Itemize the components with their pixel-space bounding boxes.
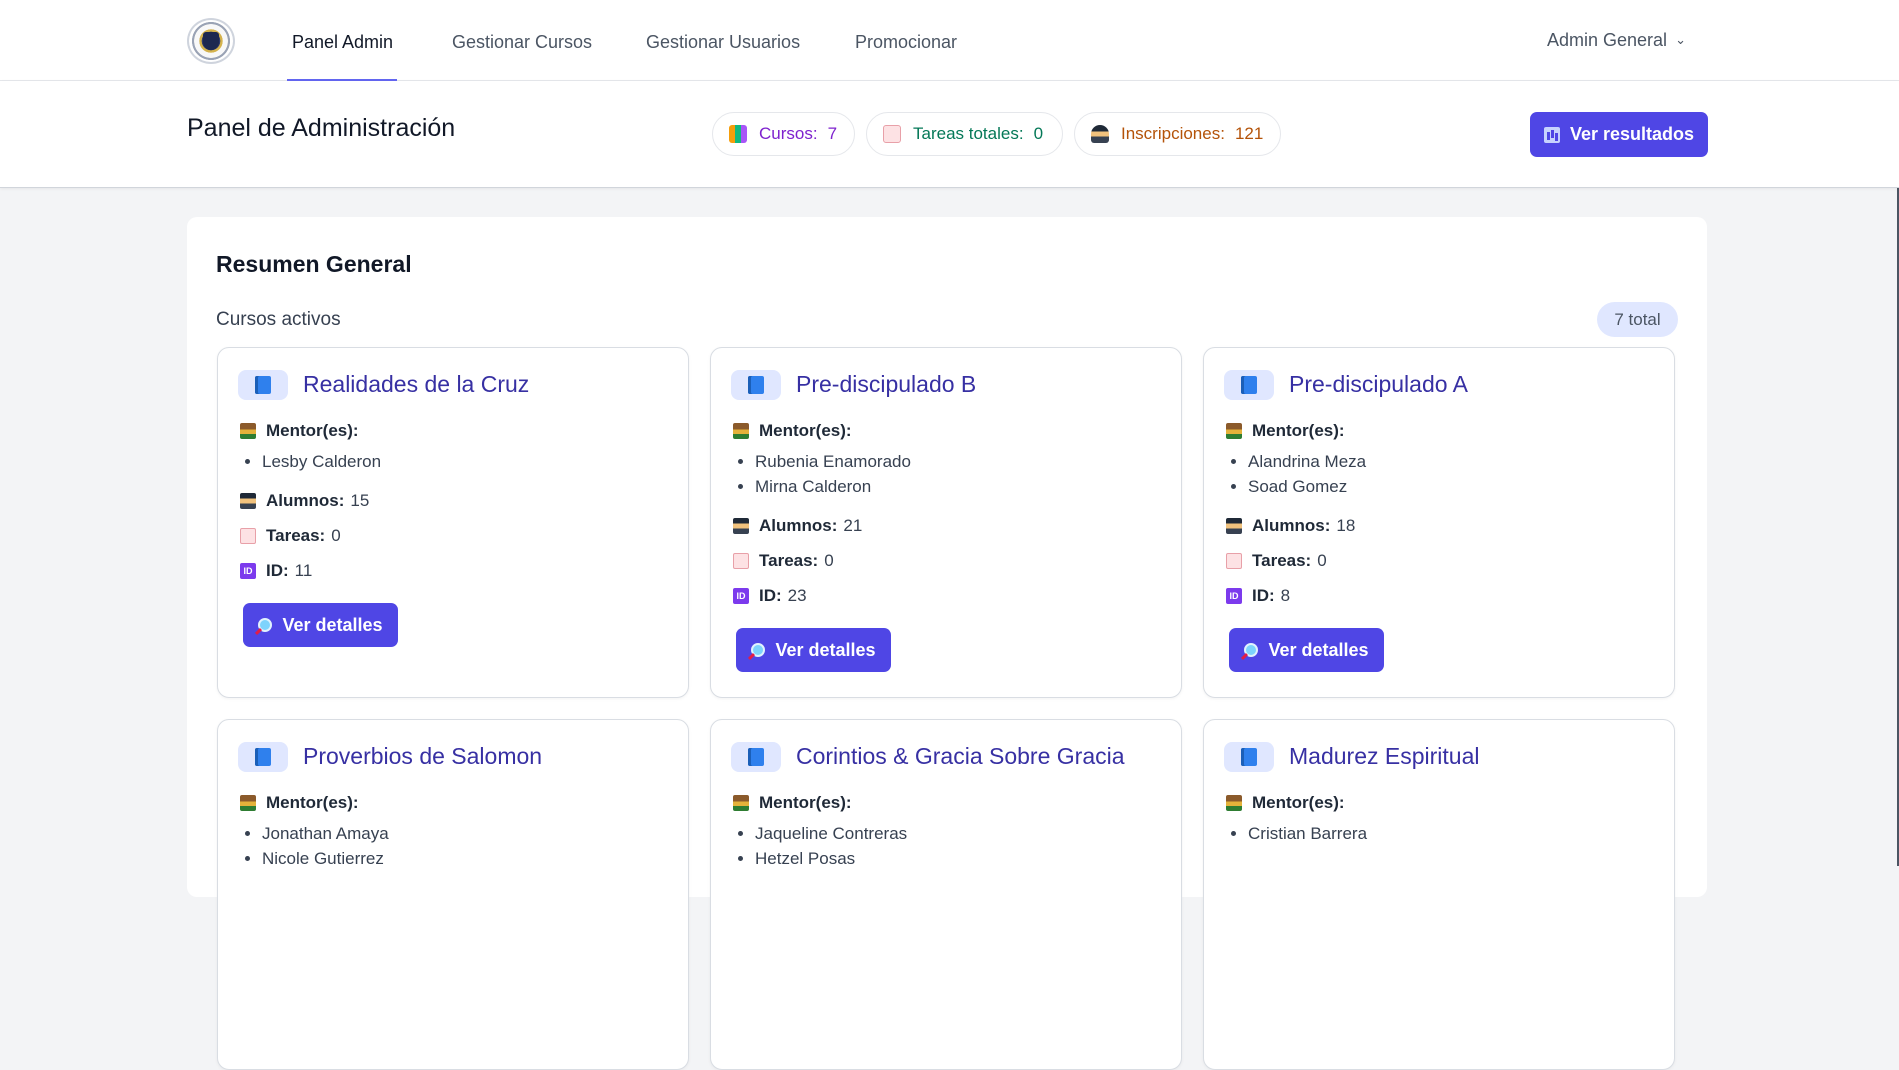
book-icon [238, 742, 288, 772]
stat-label: Tareas totales: [913, 124, 1024, 143]
memo-icon [240, 528, 256, 544]
page-title: Panel de Administración [187, 114, 456, 142]
magnifier-icon [1244, 643, 1259, 657]
stat-value: 121 [1234, 124, 1264, 143]
chevron-down-icon: ⌄ [1675, 32, 1686, 47]
book-icon [238, 370, 288, 400]
ver-detalles-button[interactable]: Ver detalles [243, 603, 398, 647]
ver-detalles-button[interactable]: Ver detalles [736, 628, 891, 672]
course-title[interactable]: Pre-discipulado A [1289, 371, 1468, 398]
stat-cursos: Cursos: 7 [712, 112, 855, 156]
course-title[interactable]: Madurez Espiritual [1289, 743, 1479, 770]
nav-promocionar[interactable]: Promocionar [855, 32, 957, 53]
course-card: Proverbios de Salomon Mentor(es): Jonath… [217, 719, 689, 1070]
memo-icon [883, 125, 901, 143]
ver-resultados-button[interactable]: Ver resultados [1530, 112, 1708, 157]
id-icon: ID [1226, 588, 1242, 604]
course-title[interactable]: Pre-discipulado B [796, 371, 976, 398]
mentor-list: Lesby Calderon [240, 449, 381, 474]
student-icon [240, 493, 256, 509]
mentor-name: Hetzel Posas [755, 846, 907, 871]
magnifier-icon [258, 618, 273, 632]
book-icon [731, 370, 781, 400]
mentor-name: Alandrina Meza [1248, 449, 1366, 474]
stat-tareas: Tareas totales: 0 [866, 112, 1063, 156]
user-menu[interactable]: Admin General ⌄ [1547, 30, 1686, 51]
stat-label: Inscripciones: [1121, 124, 1225, 143]
course-card: Pre-discipulado B Mentor(es): Rubenia En… [710, 347, 1182, 698]
mentors-row: Mentor(es): [733, 793, 858, 813]
id-row: ID ID: 23 [733, 586, 807, 606]
mentor-name: Nicole Gutierrez [262, 846, 389, 871]
students-row: Alumnos: 15 [240, 491, 369, 511]
mentor-name: Cristian Barrera [1248, 821, 1367, 846]
mentor-list: Cristian Barrera [1226, 821, 1367, 846]
books-icon [729, 125, 747, 143]
id-icon: ID [240, 563, 256, 579]
mentor-list: Jonathan Amaya Nicole Gutierrez [240, 821, 389, 871]
mentor-name: Lesby Calderon [262, 449, 381, 474]
students-row: Alumnos: 21 [733, 516, 862, 536]
mentor-icon [733, 795, 749, 811]
course-card: Corintios & Gracia Sobre Gracia Mentor(e… [710, 719, 1182, 1070]
nav-gestionar-usuarios[interactable]: Gestionar Usuarios [646, 32, 800, 53]
nav-panel-admin[interactable]: Panel Admin [292, 32, 393, 53]
mentor-name: Mirna Calderon [755, 474, 911, 499]
mentor-icon [1226, 795, 1242, 811]
mentors-row: Mentor(es): [1226, 793, 1351, 813]
mentors-row: Mentor(es): [240, 793, 365, 813]
mentor-name: Soad Gomez [1248, 474, 1366, 499]
mentor-list: Alandrina Meza Soad Gomez [1226, 449, 1366, 499]
mentor-icon [1226, 423, 1242, 439]
nav-gestionar-cursos[interactable]: Gestionar Cursos [452, 32, 592, 53]
student-icon [1091, 125, 1109, 143]
ver-resultados-label: Ver resultados [1569, 124, 1695, 144]
mentor-icon [240, 423, 256, 439]
students-row: Alumnos: 18 [1226, 516, 1355, 536]
student-icon [1226, 518, 1242, 534]
tasks-row: Tareas: 0 [733, 551, 834, 571]
course-card: Pre-discipulado A Mentor(es): Alandrina … [1203, 347, 1675, 698]
tasks-row: Tareas: 0 [240, 526, 341, 546]
mentor-list: Jaqueline Contreras Hetzel Posas [733, 821, 907, 871]
mentor-name: Jaqueline Contreras [755, 821, 907, 846]
course-title[interactable]: Proverbios de Salomon [303, 743, 542, 770]
mentor-icon [733, 423, 749, 439]
top-navbar: Panel Admin Gestionar Cursos Gestionar U… [0, 0, 1899, 81]
book-icon [1224, 370, 1274, 400]
student-icon [733, 518, 749, 534]
course-card: Madurez Espiritual Mentor(es): Cristian … [1203, 719, 1675, 1070]
course-title[interactable]: Corintios & Gracia Sobre Gracia [796, 743, 1125, 770]
active-courses-label: Cursos activos [216, 309, 341, 330]
bar-chart-icon [1543, 126, 1560, 143]
total-badge: 7 total [1597, 302, 1678, 337]
mentors-row: Mentor(es): [240, 421, 365, 441]
magnifier-icon [751, 643, 766, 657]
user-menu-label: Admin General [1547, 30, 1668, 50]
mentor-name: Rubenia Enamorado [755, 449, 911, 474]
stat-inscripciones: Inscripciones: 121 [1074, 112, 1281, 156]
course-card: Realidades de la Cruz Mentor(es): Lesby … [217, 347, 689, 698]
logo-icon[interactable] [187, 18, 235, 64]
course-title[interactable]: Realidades de la Cruz [303, 371, 529, 398]
stat-value: 7 [827, 124, 838, 143]
mentor-icon [240, 795, 256, 811]
memo-icon [733, 553, 749, 569]
mentor-list: Rubenia Enamorado Mirna Calderon [733, 449, 911, 499]
stat-label: Cursos: [759, 124, 818, 143]
mentor-name: Jonathan Amaya [262, 821, 389, 846]
id-row: ID ID: 11 [240, 561, 312, 581]
mentors-row: Mentor(es): [733, 421, 858, 441]
tasks-row: Tareas: 0 [1226, 551, 1327, 571]
book-icon [1224, 742, 1274, 772]
memo-icon [1226, 553, 1242, 569]
ver-detalles-button[interactable]: Ver detalles [1229, 628, 1384, 672]
section-title: Resumen General [216, 251, 412, 277]
mentors-row: Mentor(es): [1226, 421, 1351, 441]
id-icon: ID [733, 588, 749, 604]
id-row: ID ID: 8 [1226, 586, 1290, 606]
stat-value: 0 [1033, 124, 1044, 143]
book-icon [731, 742, 781, 772]
